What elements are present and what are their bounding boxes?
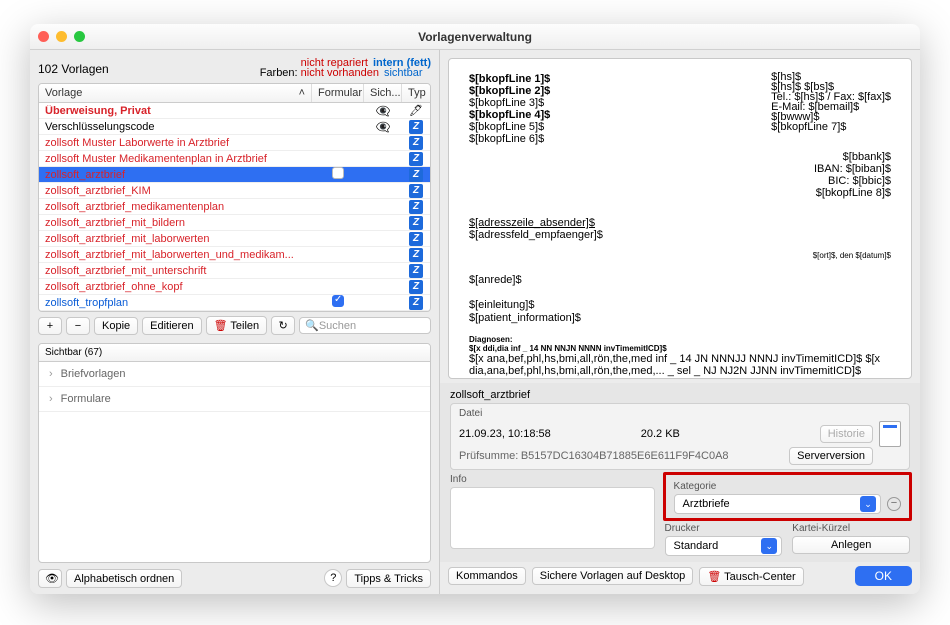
ok-button[interactable]: OK <box>855 566 912 586</box>
sichere-button[interactable]: Sichere Vorlagen auf Desktop <box>532 567 694 585</box>
templates-table: Vorlage˄ Formular Sich... Typ Überweisun… <box>38 83 431 312</box>
checkbox[interactable] <box>332 295 344 307</box>
teilen-button[interactable]: 🗑 Teilen <box>206 316 268 335</box>
z-type-icon: Z <box>409 136 423 150</box>
table-row[interactable]: zollsoft Muster Laborwerte in ArztbriefZ <box>39 135 430 151</box>
chevron-down-icon: ⌄ <box>860 496 876 512</box>
serverversion-button[interactable]: Serverversion <box>789 447 873 465</box>
visibility-off-icon[interactable]: 👁‍🗨 <box>376 120 391 134</box>
col-typ[interactable]: Typ <box>402 84 430 102</box>
remove-kategorie-button[interactable]: − <box>887 497 901 511</box>
z-type-icon: Z <box>409 152 423 166</box>
file-date: 21.09.23, 10:18:58 <box>459 428 551 440</box>
tipps-button[interactable]: Tipps & Tricks <box>346 569 431 588</box>
help-button[interactable]: ? <box>324 569 342 587</box>
template-count: 102 Vorlagen <box>38 62 109 76</box>
chevron-down-icon: ⌄ <box>761 538 777 554</box>
table-row[interactable]: zollsoft_tropfplanZ <box>39 295 430 311</box>
sichtbar-title: Sichtbar (67) <box>39 344 430 362</box>
kommandos-button[interactable]: Kommandos <box>448 567 526 585</box>
z-type-icon: Z <box>409 280 423 294</box>
titlebar: Vorlagenverwaltung <box>30 24 920 50</box>
z-type-icon: Z <box>409 296 423 310</box>
checkbox[interactable] <box>332 167 344 179</box>
sichtbar-briefvorlagen[interactable]: Briefvorlagen <box>39 362 430 387</box>
col-sichtbar[interactable]: Sich... <box>364 84 402 102</box>
z-type-icon: Z <box>409 248 423 262</box>
document-icon[interactable] <box>879 421 901 447</box>
right-footer: Kommandos Sichere Vorlagen auf Desktop 🗑… <box>440 562 920 594</box>
table-row[interactable]: zollsoft_arztbriefZ <box>39 167 430 183</box>
table-row[interactable]: zollsoft_arztbrief_mit_bildernZ <box>39 215 430 231</box>
table-row[interactable]: Verschlüsselungscode👁‍🗨Z <box>39 119 430 135</box>
table-row[interactable]: zollsoft_arztbrief_mit_laborwerten_und_m… <box>39 247 430 263</box>
tausch-button[interactable]: 🗑 Tausch-Center <box>699 567 803 586</box>
table-row[interactable]: zollsoft_arztbrief_KIMZ <box>39 183 430 199</box>
col-vorlage[interactable]: Vorlage˄ <box>39 84 312 102</box>
kopie-button[interactable]: Kopie <box>94 317 138 335</box>
color-legend: Farben: nicht repariert intern (fett) ni… <box>260 58 431 79</box>
detail-panel: zollsoft_arztbrief Datei 21.09.23, 10:18… <box>440 383 920 562</box>
sichtbar-formulare[interactable]: Formulare <box>39 387 430 412</box>
table-row[interactable]: zollsoft_arztbrief_ohne_kopfZ <box>39 279 430 295</box>
col-formular[interactable]: Formular <box>312 84 364 102</box>
table-row[interactable]: zollsoft Muster Medikamentenplan in Arzt… <box>39 151 430 167</box>
kategorie-highlight-box: Kategorie Arztbriefe⌄ − <box>663 472 912 521</box>
add-button[interactable]: + <box>38 317 62 335</box>
alpha-sort-button[interactable]: Alphabetisch ordnen <box>66 569 182 588</box>
left-pane: 102 Vorlagen Farben: nicht repariert int… <box>30 50 440 594</box>
info-textbox[interactable] <box>450 487 655 549</box>
historie-button[interactable]: Historie <box>820 425 873 443</box>
remove-button[interactable]: − <box>66 317 90 335</box>
sichtbar-panel: Sichtbar (67) Briefvorlagen Formulare <box>38 343 431 563</box>
type-icon: 🖊 <box>409 105 423 117</box>
z-type-icon: Z <box>409 200 423 214</box>
kategorie-select[interactable]: Arztbriefe⌄ <box>674 494 881 514</box>
z-type-icon: Z <box>409 168 423 182</box>
drucker-select[interactable]: Standard⌄ <box>665 536 783 556</box>
z-type-icon: Z <box>409 264 423 278</box>
z-type-icon: Z <box>409 232 423 246</box>
z-type-icon: Z <box>409 216 423 230</box>
table-row[interactable]: zollsoft_arztbrief_mit_unterschriftZ <box>39 263 430 279</box>
app-window: Vorlagenverwaltung 102 Vorlagen Farben: … <box>30 24 920 594</box>
z-type-icon: Z <box>409 120 423 134</box>
z-type-icon: Z <box>409 184 423 198</box>
table-row[interactable]: Überweisung, Privat👁‍🗨🖊 <box>39 103 430 119</box>
visibility-off-icon[interactable]: 👁‍🗨 <box>376 104 391 118</box>
template-preview: $[bkopfLine 1]$ $[bkopfLine 2]$ $[bkopfL… <box>448 58 912 379</box>
right-pane: $[bkopfLine 1]$ $[bkopfLine 2]$ $[bkopfL… <box>440 50 920 594</box>
window-title: Vorlagenverwaltung <box>30 30 920 44</box>
editieren-button[interactable]: Editieren <box>142 317 201 335</box>
table-row[interactable]: zollsoft_arztbrief_medikamentenplanZ <box>39 199 430 215</box>
table-row[interactable]: zollsoft_arztbrief_mit_laborwertenZ <box>39 231 430 247</box>
detail-name: zollsoft_arztbrief <box>450 389 910 403</box>
search-input[interactable]: 🔍 Suchen <box>299 317 431 334</box>
sort-icon-button[interactable]: 👁 <box>38 569 62 588</box>
file-size: 20.2 KB <box>641 428 680 440</box>
refresh-button[interactable]: ↻ <box>271 316 295 335</box>
anlegen-button[interactable]: Anlegen <box>792 536 910 554</box>
